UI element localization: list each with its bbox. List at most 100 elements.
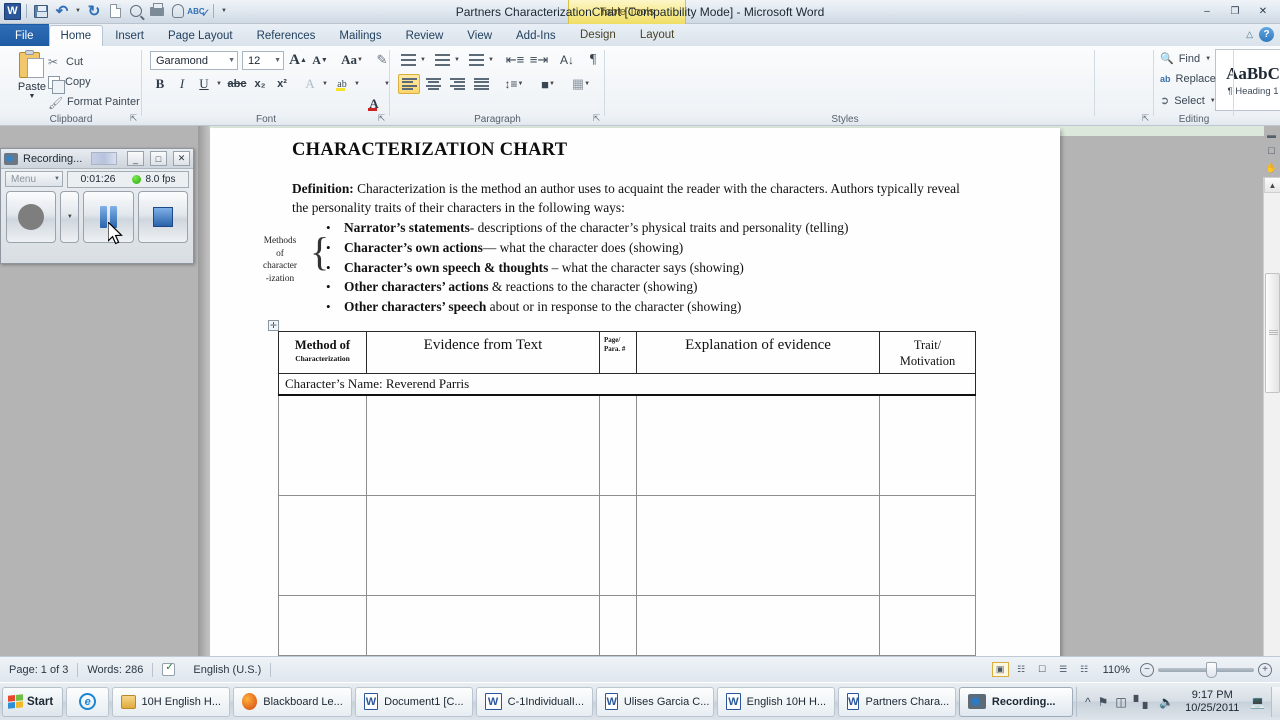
multilevel-list-button[interactable]	[466, 50, 486, 70]
text-effects-dropdown-icon[interactable]: ▼	[320, 74, 330, 94]
monitor-icon[interactable]: 💻	[1250, 695, 1265, 709]
bold-button[interactable]: B	[150, 74, 170, 94]
cell-explanation[interactable]	[636, 494, 880, 596]
shading-button[interactable]: ■ ▼	[536, 74, 560, 94]
cell-explanation[interactable]	[636, 594, 880, 656]
tab-page-layout[interactable]: Page Layout	[156, 25, 245, 46]
character-name-row[interactable]: Character’s Name: Reverend Parris	[278, 373, 976, 396]
table-row[interactable]	[278, 394, 976, 496]
underline-button[interactable]: U	[194, 74, 214, 94]
stop-button[interactable]	[137, 191, 188, 243]
show-hidden-icons-icon[interactable]: ^	[1085, 695, 1091, 709]
text-effects-button[interactable]: A	[300, 74, 320, 94]
sort-button[interactable]: A↓	[556, 50, 578, 70]
new-document-icon[interactable]	[106, 2, 124, 20]
start-button[interactable]: Start	[2, 686, 64, 717]
borders-button[interactable]: ▦ ▼	[566, 74, 596, 94]
cell-trait[interactable]	[879, 594, 976, 656]
help-icon[interactable]: ?	[1259, 27, 1274, 42]
zoom-slider-thumb[interactable]	[1206, 661, 1217, 678]
highlight-button[interactable]: ab	[332, 74, 352, 94]
bullets-button[interactable]	[398, 50, 418, 70]
taskbar-item-partners-chara[interactable]: W Partners Chara...	[838, 686, 956, 717]
highlight-dropdown-icon[interactable]: ▼	[352, 74, 362, 94]
attach-icon[interactable]	[169, 2, 187, 20]
line-spacing-button[interactable]: ↕≡ ▼	[502, 74, 526, 94]
table-row[interactable]	[278, 494, 976, 596]
select-button[interactable]: ➲ Select ▼	[1160, 94, 1216, 108]
subscript-button[interactable]: x₂	[250, 74, 270, 94]
tab-insert[interactable]: Insert	[103, 25, 156, 46]
tab-mailings[interactable]: Mailings	[327, 25, 393, 46]
pan-hand-icon[interactable]: ✋	[1263, 160, 1280, 177]
screen-recorder-window[interactable]: Recording... _ □ ✕ Menu ▼ 0:01:26 8.0 fp…	[0, 148, 194, 264]
close-button[interactable]: ✕	[1250, 3, 1276, 19]
taskbar-item-blackboard[interactable]: Blackboard Le...	[232, 686, 352, 717]
record-button[interactable]	[6, 191, 57, 243]
recorder-maximize-button[interactable]: □	[150, 151, 167, 166]
font-color-button[interactable]: A	[364, 94, 384, 114]
taskbar-item-internet-explorer[interactable]: e	[66, 686, 110, 717]
recorder-close-button[interactable]: ✕	[173, 151, 190, 166]
vertical-scrollbar[interactable]: ▲	[1263, 177, 1280, 656]
cell-page[interactable]	[599, 494, 637, 596]
table-row[interactable]	[278, 594, 976, 656]
volume-icon[interactable]: 🔈	[1159, 695, 1174, 709]
taskbar-item-ulises-garcia[interactable]: W Ulises Garcia C...	[596, 686, 715, 717]
recorder-minimize-button[interactable]: _	[127, 151, 144, 166]
undo-icon[interactable]: ↶	[53, 2, 71, 20]
web-layout-view-button[interactable]: ☐	[1034, 662, 1051, 677]
italic-button[interactable]: I	[172, 74, 192, 94]
tab-design[interactable]: Design	[568, 24, 628, 45]
word-count[interactable]: Words: 286	[78, 661, 152, 679]
minimize-button[interactable]: –	[1194, 3, 1220, 19]
paragraph-dialog-launcher[interactable]: ⇱	[591, 113, 602, 124]
network-icon[interactable]: ▘▖	[1134, 695, 1152, 709]
customize-quick-access-icon[interactable]: ▼	[219, 2, 229, 20]
outline-view-button[interactable]: ☰	[1055, 662, 1072, 677]
taskbar-item-document1[interactable]: W Document1 [C...	[354, 686, 473, 717]
recorder-menu-dropdown[interactable]: Menu ▼	[5, 171, 63, 187]
cell-method[interactable]	[278, 494, 367, 596]
spelling-check-icon[interactable]: ABC ✓	[187, 2, 210, 20]
styles-dialog-launcher[interactable]: ⇱	[1140, 113, 1151, 124]
taskbar-item-english-10h[interactable]: W English 10H H...	[717, 686, 836, 717]
taskbar-item-10h-english[interactable]: 10H English H...	[112, 686, 230, 717]
save-icon[interactable]	[32, 2, 50, 20]
bullets-dropdown-icon[interactable]: ▼	[418, 50, 428, 70]
tab-file[interactable]: File	[0, 24, 49, 46]
cell-evidence[interactable]	[366, 494, 600, 596]
cell-method[interactable]	[278, 394, 367, 496]
grow-font-button[interactable]: A ▲	[288, 50, 308, 70]
scroll-up-button[interactable]: ▲	[1264, 177, 1280, 193]
proofing-status[interactable]	[153, 661, 184, 679]
increase-indent-button[interactable]: ≡⇥	[528, 50, 550, 70]
battery-icon[interactable]: ◫	[1115, 695, 1126, 709]
numbering-button[interactable]	[432, 50, 452, 70]
strikethrough-button[interactable]: abc	[226, 74, 248, 94]
page-indicator[interactable]: Page: 1 of 3	[0, 661, 77, 679]
action-center-icon[interactable]: ⚑	[1098, 695, 1109, 709]
taskbar-item-recording[interactable]: Recording...	[958, 686, 1073, 717]
tab-references[interactable]: References	[245, 25, 328, 46]
underline-dropdown-icon[interactable]: ▼	[214, 74, 224, 94]
full-screen-reading-button[interactable]: ☷	[1013, 662, 1030, 677]
print-layout-view-button[interactable]: ▣	[991, 662, 1009, 677]
word-app-logo-icon[interactable]: W	[4, 2, 21, 20]
clipboard-dialog-launcher[interactable]: ⇱	[128, 113, 139, 124]
cell-method[interactable]	[278, 594, 367, 656]
zoom-level[interactable]: 110%	[1097, 661, 1136, 679]
cell-page[interactable]	[599, 394, 637, 496]
scrollbar-thumb[interactable]	[1265, 273, 1280, 393]
tab-add-ins[interactable]: Add-Ins	[504, 25, 568, 46]
clock[interactable]: 9:17 PM 10/25/2011	[1181, 689, 1243, 715]
print-preview-icon[interactable]	[127, 2, 145, 20]
zoom-in-button[interactable]: +	[1258, 662, 1272, 677]
collapse-ribbon-icon[interactable]: △	[1246, 29, 1253, 40]
align-right-button[interactable]	[446, 74, 468, 94]
draft-view-button[interactable]: ☷	[1076, 662, 1093, 677]
select-browse-object-icon[interactable]: ☐	[1263, 143, 1280, 160]
cell-page[interactable]	[599, 594, 637, 656]
show-formatting-marks-button[interactable]: ¶	[584, 50, 602, 70]
characterization-table[interactable]: Method of Characterization Evidence from…	[278, 331, 976, 656]
